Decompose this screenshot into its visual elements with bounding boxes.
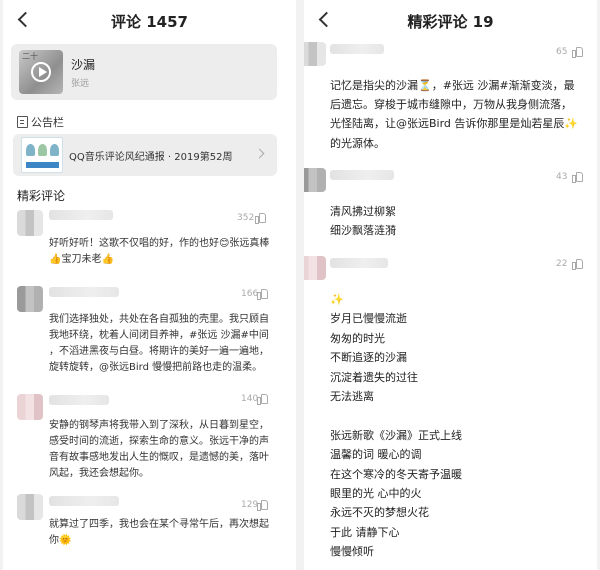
comment-text: 安静的钢琴声将我带入到了深秋，从日暮到星空， 感受时间的流逝，探索生命的意义。张… (49, 420, 269, 479)
comment-text: 清风拂过柳絮 细沙飘落涟漪 (330, 205, 396, 238)
username-blurred (330, 170, 394, 180)
avatar[interactable] (304, 168, 326, 192)
notice-text: QQ音乐评论风纪通报 · 2019第52周 (69, 152, 233, 163)
chevron-right-icon (254, 148, 265, 159)
like-icon[interactable] (257, 393, 268, 405)
avatar[interactable] (304, 42, 326, 66)
like-count: 140 (241, 394, 259, 404)
like-count: 43 (556, 172, 568, 182)
comment-text: ✨ 岁月已慢慢流逝 匆匆的时光 不断追逐的沙漏 沉淀着遗失的过往 无法逃离 张远… (330, 293, 462, 559)
avatar[interactable] (17, 394, 43, 420)
avatar[interactable] (304, 256, 326, 280)
notice-icon (17, 116, 28, 128)
username-blurred (330, 258, 388, 268)
username-blurred (49, 287, 119, 297)
page-title: 精彩评论 19 (407, 13, 494, 31)
page-title: 评论 1457 (111, 13, 188, 31)
like-icon[interactable] (257, 288, 268, 300)
like-count: 22 (556, 259, 568, 269)
username-blurred (330, 44, 384, 54)
like-icon[interactable] (257, 499, 268, 511)
comment-text: 就算过了四季，我也会在某个寻常午后，再次想起 你🌞 (49, 519, 269, 546)
top-bar: 评论 1457 (3, 0, 296, 40)
song-card[interactable]: 二十 沙漏 张远 (11, 44, 277, 100)
notice-label: 公告栏 (31, 116, 64, 129)
like-count: 65 (556, 47, 568, 57)
song-artist: 张远 (71, 79, 90, 89)
notice-card[interactable]: QQ音乐评论风纪通报 · 2019第52周 (13, 134, 277, 176)
comments-panel-left: 评论 1457 二十 沙漏 张远 公告栏 QQ音乐评论风纪通报 · 2019第5… (3, 0, 296, 570)
like-count: 166 (241, 289, 259, 299)
avatar[interactable] (17, 494, 43, 520)
album-cover: 二十 (19, 50, 63, 94)
notice-thumbnail (21, 137, 63, 173)
play-icon[interactable] (31, 62, 51, 82)
username-blurred (49, 496, 119, 506)
username-blurred (49, 210, 113, 220)
comments-panel-right: 精彩评论 19 65 记忆是指尖的沙漏⏳，#张远 沙漏#渐渐变淡，最 后遗忘。穿… (304, 0, 597, 570)
avatar[interactable] (17, 210, 43, 236)
like-icon[interactable] (572, 258, 583, 270)
top-bar: 精彩评论 19 (304, 0, 597, 40)
notice-header: 公告栏 (17, 114, 64, 130)
username-blurred (49, 395, 109, 405)
like-icon[interactable] (255, 212, 266, 224)
section-title: 精彩评论 (17, 189, 66, 203)
like-icon[interactable] (572, 171, 583, 183)
like-count: 352 (237, 213, 255, 223)
avatar[interactable] (17, 286, 43, 312)
comment-text: 我们选择独处，共处在各自孤独的壳里。我只顾自 我地环绕，枕着人间闭目养神，#张远… (49, 314, 269, 373)
like-count: 129 (241, 500, 259, 510)
like-icon[interactable] (572, 46, 583, 58)
comment-text: 记忆是指尖的沙漏⏳，#张远 沙漏#渐渐变淡，最 后遗忘。穿梭于城市缝隙中，万物从… (330, 79, 579, 150)
comment-text: 好听好听！这歌不仅唱的好，作的也好😊张远真棒 👍宝刀未老👍 (49, 238, 270, 265)
song-name: 沙漏 (71, 58, 96, 72)
